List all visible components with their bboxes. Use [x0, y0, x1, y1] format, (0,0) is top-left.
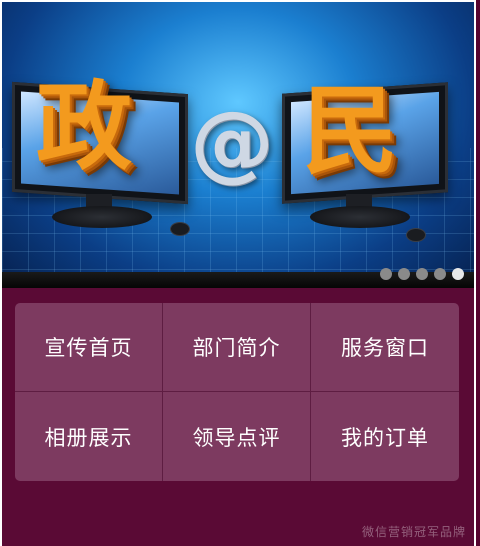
menu-item-album[interactable]: 相册展示	[15, 392, 163, 481]
banner-char-min: 民	[302, 74, 398, 187]
slide-dot-1[interactable]	[380, 268, 392, 280]
slide-dot-5-active[interactable]	[452, 268, 464, 280]
slide-dot-2[interactable]	[398, 268, 410, 280]
app-screen: 政 @ 民 宣传首页 部门简介 服务窗口 相册展示 领导点评 我的订单 微信营销…	[2, 2, 474, 546]
at-sign-icon: @	[190, 93, 274, 191]
mouse-icon	[170, 222, 190, 236]
menu-item-home[interactable]: 宣传首页	[15, 303, 163, 392]
banner-slider[interactable]: 政 @ 民	[2, 2, 474, 288]
mouse-icon	[406, 228, 426, 242]
menu-item-department-intro[interactable]: 部门简介	[163, 303, 311, 392]
slide-dot-3[interactable]	[416, 268, 428, 280]
menu-item-leader-review[interactable]: 领导点评	[163, 392, 311, 481]
menu-item-my-orders[interactable]: 我的订单	[311, 392, 459, 481]
banner-char-zheng: 政	[36, 70, 132, 183]
slide-indicators	[380, 268, 464, 280]
nav-menu-grid: 宣传首页 部门简介 服务窗口 相册展示 领导点评 我的订单	[15, 303, 459, 481]
slide-dot-4[interactable]	[434, 268, 446, 280]
menu-item-service-window[interactable]: 服务窗口	[311, 303, 459, 392]
watermark: 微信营销冠军品牌	[361, 525, 466, 539]
